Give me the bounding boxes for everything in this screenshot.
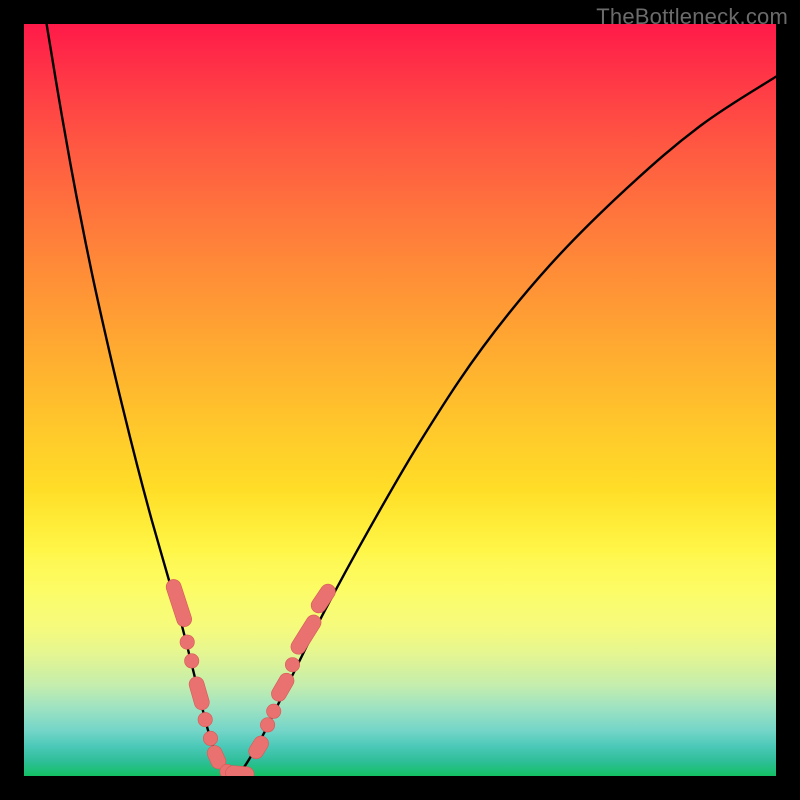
marker-dot [285, 658, 299, 672]
marker-pill [225, 765, 255, 776]
marker-dot [198, 712, 212, 726]
marker-dot [267, 704, 281, 718]
curve-markers [164, 577, 338, 776]
watermark-text: TheBottleneck.com [596, 4, 788, 30]
marker-dot [185, 654, 199, 668]
marker-dot [180, 635, 194, 649]
chart-svg [24, 24, 776, 776]
chart-frame: TheBottleneck.com [0, 0, 800, 800]
marker-pill [164, 577, 193, 628]
bottleneck-curve [47, 24, 776, 776]
marker-dot [260, 718, 274, 732]
plot-area [24, 24, 776, 776]
marker-pill [308, 581, 338, 616]
marker-dot [203, 731, 217, 745]
marker-pill [187, 675, 211, 712]
